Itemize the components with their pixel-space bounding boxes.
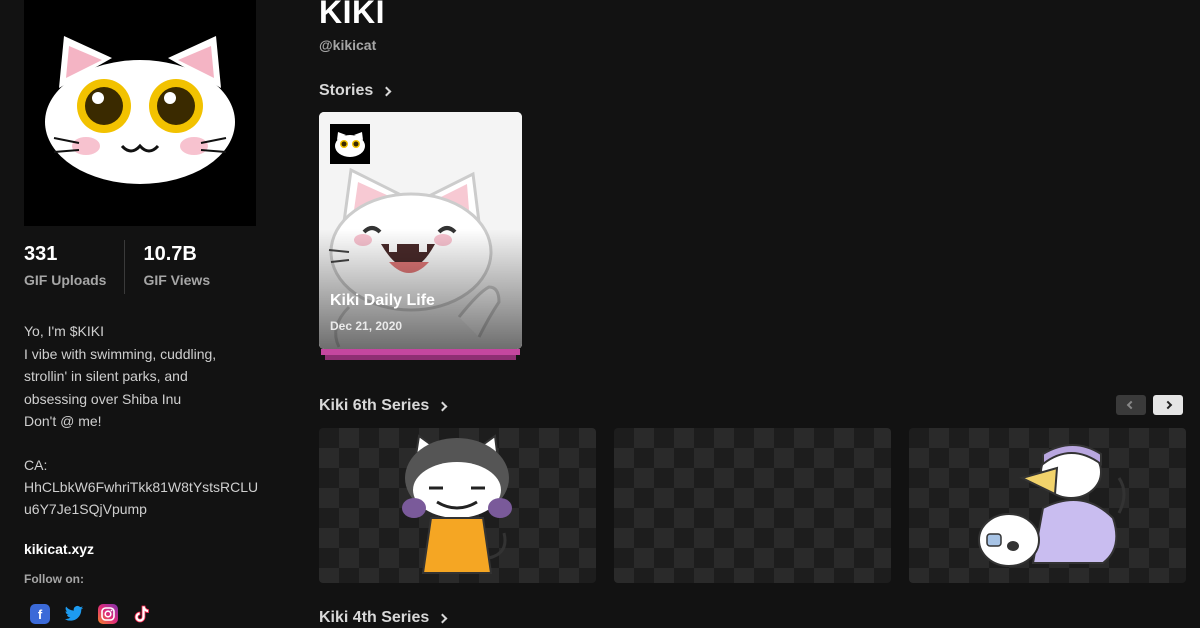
chevron-left-icon — [1126, 400, 1136, 410]
chevron-right-icon — [381, 86, 392, 96]
bio-line: Don't @ me! — [24, 413, 102, 429]
bio-line: I vibe with swimming, cuddling, — [24, 345, 217, 362]
uploads-label: GIF Uploads — [24, 272, 107, 288]
profile-bio: Yo, I'm $KIKI I vibe with swimming, cudd… — [24, 320, 274, 433]
social-links: f — [30, 604, 152, 624]
chevron-right-icon — [1163, 400, 1173, 410]
tiktok-icon[interactable] — [132, 604, 152, 624]
contract-address-value: HhCLbkW6FwhriTkk81W8tYstsRCLUu6Y7Je1SQjV… — [24, 479, 259, 517]
story-stack-edge — [325, 355, 516, 360]
kiki-cat-thumbnail-icon — [335, 132, 365, 157]
follow-on-label: Follow on: — [24, 572, 84, 586]
kiki-hooded-cat-gif — [402, 434, 512, 574]
series6-section-label: Kiki 6th Series — [319, 397, 430, 414]
views-label: GIF Views — [143, 272, 211, 288]
story-date: Dec 21, 2020 — [330, 319, 403, 333]
stories-section-title[interactable]: Stories — [319, 82, 392, 100]
kiki-cats-playing-gif — [978, 444, 1126, 567]
story-title: Kiki Daily Life — [330, 292, 435, 309]
series4-section-title[interactable]: Kiki 4th Series — [319, 609, 448, 627]
story-author-thumbnail — [330, 124, 370, 164]
series6-section-title[interactable]: Kiki 6th Series — [319, 397, 448, 415]
chevron-right-icon — [437, 401, 448, 411]
stat-gif-views: 10.7B GIF Views — [124, 240, 210, 294]
bio-line: obsessing over Shiba Inu — [24, 390, 182, 407]
profile-stats: 331 GIF Uploads 10.7B GIF Views — [24, 240, 210, 294]
gif-tile[interactable] — [614, 428, 891, 583]
carousel-next-button[interactable] — [1153, 395, 1183, 415]
profile-name: KIKI — [319, 0, 385, 30]
views-count: 10.7B — [143, 243, 197, 265]
bio-line: Yo, I'm $KIKI — [24, 323, 104, 339]
gif-tile[interactable] — [909, 428, 1186, 583]
carousel-prev-button[interactable] — [1116, 395, 1146, 415]
bio-line: strollin' in silent parks, and — [24, 368, 188, 384]
series4-section-label: Kiki 4th Series — [319, 609, 430, 626]
instagram-icon[interactable] — [98, 604, 118, 624]
chevron-right-icon — [437, 613, 448, 623]
kiki-cat-avatar-icon — [45, 36, 235, 184]
website-link[interactable]: kikicat.xyz — [24, 541, 94, 557]
avatar — [24, 0, 256, 226]
story-card[interactable]: Kiki Daily Life Dec 21, 2020 — [319, 112, 522, 349]
uploads-count: 331 — [24, 243, 58, 265]
gif-tile[interactable] — [319, 428, 596, 583]
stat-gif-uploads: 331 GIF Uploads — [24, 240, 106, 294]
contract-address-label: CA: — [24, 457, 48, 473]
twitter-icon[interactable] — [64, 604, 84, 624]
stories-section-label: Stories — [319, 82, 374, 99]
profile-handle: @kikicat — [319, 37, 377, 53]
facebook-icon[interactable]: f — [30, 604, 50, 624]
